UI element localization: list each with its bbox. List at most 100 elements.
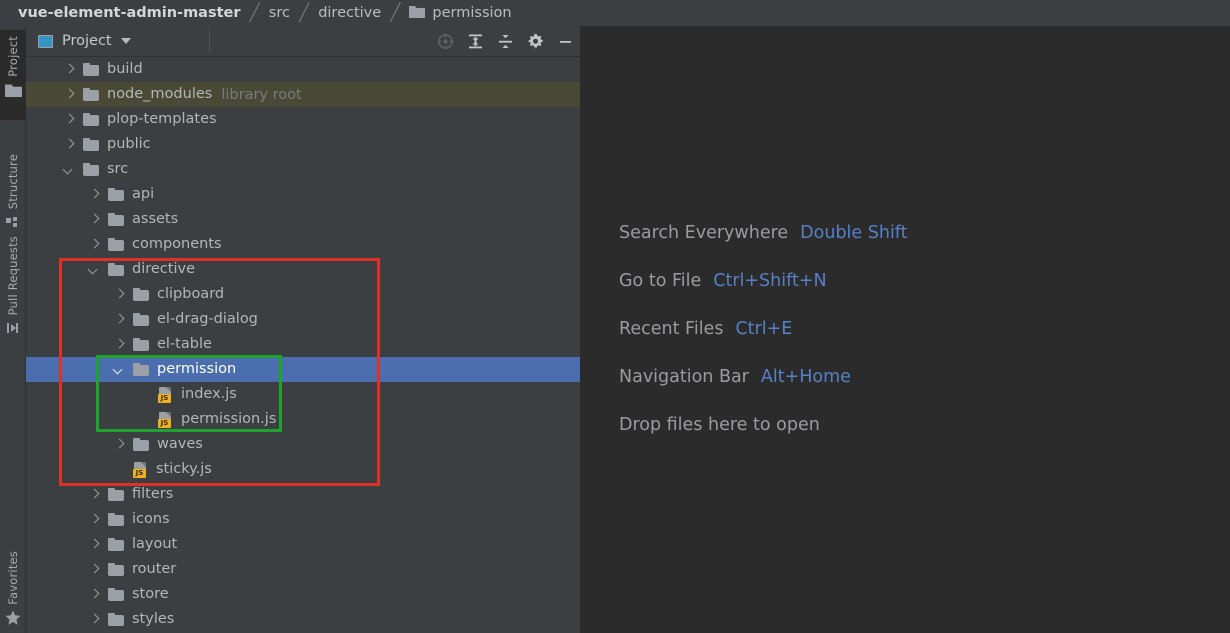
chevron-right-icon[interactable] (89, 189, 100, 200)
panel-action-bar (430, 26, 580, 57)
editor-hint-row: Go to File Ctrl+Shift+N (619, 257, 908, 305)
breadcrumb-item-src[interactable]: src (269, 0, 290, 26)
tree-row[interactable]: src (26, 157, 580, 182)
tree-row[interactable]: api (26, 182, 580, 207)
tool-window-strip: Project Structure Pull Requests Favorite… (0, 26, 26, 633)
chevron-down-icon[interactable] (89, 264, 100, 275)
chevron-right-icon[interactable] (89, 514, 100, 525)
tree-row[interactable]: public (26, 132, 580, 157)
tree-row-label: clipboard (157, 286, 225, 302)
folder-icon (133, 288, 149, 301)
file-fold-corner (141, 461, 146, 467)
chevron-right-icon[interactable] (64, 139, 75, 150)
sidebar-item-pull-requests[interactable]: Pull Requests (0, 236, 26, 348)
breadcrumb: vue-element-admin-master src directive p… (0, 0, 1230, 26)
chevron-right-icon[interactable] (89, 539, 100, 550)
editor-hint-row: Drop files here to open (619, 401, 908, 449)
tool-strip-label-project: Project (6, 36, 20, 77)
tree-row[interactable]: permission (26, 357, 580, 382)
chevron-down-icon[interactable] (114, 364, 125, 375)
tree-row[interactable]: JS permission.js (26, 407, 580, 432)
breadcrumb-current-label: permission (432, 5, 512, 21)
no-arrow-spacer (139, 414, 150, 425)
tree-row-label: directive (132, 261, 195, 277)
folder-icon (108, 213, 124, 226)
tree-row-label: filters (132, 486, 174, 502)
sidebar-item-favorites[interactable]: Favorites (0, 551, 26, 633)
chevron-right-icon[interactable] (64, 64, 75, 75)
js-badge: JS (158, 418, 171, 428)
tree-row[interactable]: clipboard (26, 282, 580, 307)
expand-all-icon[interactable] (460, 26, 490, 57)
project-panel-title-group[interactable]: Project (26, 33, 131, 49)
tree-row[interactable]: directive (26, 257, 580, 282)
tree-row-label: el-drag-dialog (157, 311, 258, 327)
chevron-right-icon[interactable] (114, 439, 125, 450)
sidebar-item-project[interactable]: Project (0, 30, 26, 120)
minimize-icon[interactable] (550, 26, 580, 57)
js-badge: JS (158, 393, 171, 403)
gear-icon[interactable] (520, 26, 550, 57)
chevron-right-icon[interactable] (89, 564, 100, 575)
editor-hint-shortcut: Ctrl+Shift+N (713, 271, 827, 291)
js-file-icon: JS (158, 411, 173, 428)
tree-row-label: api (132, 186, 155, 202)
project-panel-header: Project (26, 26, 580, 57)
chevron-right-icon[interactable] (64, 89, 75, 100)
tree-row[interactable]: layout (26, 532, 580, 557)
tree-row[interactable]: styles (26, 607, 580, 632)
tree-row[interactable]: node_modules library root (26, 82, 580, 107)
chevron-down-icon[interactable] (120, 38, 131, 44)
tree-row[interactable]: components (26, 232, 580, 257)
chevron-right-icon[interactable] (64, 114, 75, 125)
crosshair-icon[interactable] (430, 26, 460, 57)
folder-icon (83, 163, 99, 176)
chevron-right-icon[interactable] (89, 614, 100, 625)
chevron-right-icon[interactable] (89, 589, 100, 600)
sidebar-item-structure[interactable]: Structure (0, 154, 26, 234)
no-arrow-spacer (139, 389, 150, 400)
tree-row[interactable]: build (26, 57, 580, 82)
breadcrumb-item-directive[interactable]: directive (318, 0, 381, 26)
tree-row-label: permission.js (181, 411, 277, 427)
breadcrumb-separator (250, 3, 260, 23)
tree-row[interactable]: filters (26, 482, 580, 507)
tree-row[interactable]: plop-templates (26, 107, 580, 132)
chevron-right-icon[interactable] (114, 339, 125, 350)
collapse-all-icon[interactable] (490, 26, 520, 57)
tree-row-label: store (132, 586, 169, 602)
tree-row[interactable]: el-drag-dialog (26, 307, 580, 332)
folder-icon (108, 488, 124, 501)
tree-row[interactable]: icons (26, 507, 580, 532)
tree-row[interactable]: store (26, 582, 580, 607)
project-window-icon (38, 34, 53, 48)
tree-row-label: build (107, 61, 143, 77)
editor-hint-row: Recent Files Ctrl+E (619, 305, 908, 353)
breadcrumb-root[interactable]: vue-element-admin-master (18, 0, 241, 26)
chevron-right-icon[interactable] (89, 489, 100, 500)
no-arrow-spacer (114, 464, 125, 475)
folder-icon (108, 613, 124, 626)
tree-row[interactable]: waves (26, 432, 580, 457)
breadcrumb-separator (390, 3, 400, 23)
editor-hint-label: Search Everywhere (619, 223, 789, 243)
editor-hint-label: Recent Files (619, 319, 724, 339)
chevron-down-icon[interactable] (64, 164, 75, 175)
chevron-right-icon[interactable] (89, 239, 100, 250)
chevron-right-icon[interactable] (114, 289, 125, 300)
editor-empty-area: Search Everywhere Double Shift Go to File C… (580, 26, 1230, 633)
js-badge: JS (133, 468, 146, 478)
tree-row[interactable]: JS sticky.js (26, 457, 580, 482)
chevron-right-icon[interactable] (89, 214, 100, 225)
chevron-right-icon[interactable] (114, 314, 125, 325)
pull-requests-icon (6, 320, 20, 339)
folder-icon (133, 363, 149, 376)
tree-row[interactable]: el-table (26, 332, 580, 357)
project-file-tree[interactable]: build node_modules library root plop-templa… (26, 57, 580, 633)
project-tool-window: Project build node_modules library root … (26, 26, 602, 633)
editor-hint-label: Drop files here to open (619, 415, 820, 435)
breadcrumb-item-permission[interactable]: permission (409, 0, 512, 26)
tree-row[interactable]: assets (26, 207, 580, 232)
tree-row[interactable]: router (26, 557, 580, 582)
tree-row[interactable]: JS index.js (26, 382, 580, 407)
